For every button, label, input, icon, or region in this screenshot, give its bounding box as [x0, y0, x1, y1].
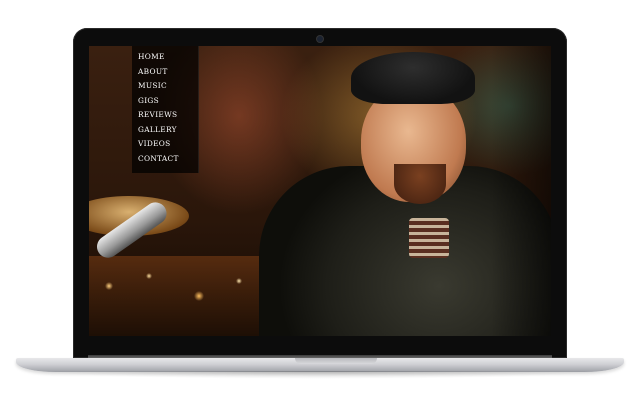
- nav-item-gigs[interactable]: GIGS: [138, 94, 198, 109]
- website-screen: HOME ABOUT MUSIC GIGS REVIEWS GALLERY VI…: [89, 46, 551, 336]
- musician-cap: [351, 52, 475, 104]
- nav-item-gallery[interactable]: GALLERY: [138, 123, 198, 138]
- laptop-base: [16, 358, 624, 372]
- nav-item-about[interactable]: ABOUT: [138, 65, 198, 80]
- nav-item-music[interactable]: MUSIC: [138, 79, 198, 94]
- nav-item-reviews[interactable]: REVIEWS: [138, 108, 198, 123]
- drum-kit: [89, 256, 269, 336]
- main-nav: HOME ABOUT MUSIC GIGS REVIEWS GALLERY VI…: [132, 46, 199, 173]
- nav-item-home[interactable]: HOME: [138, 50, 198, 65]
- nav-item-contact[interactable]: CONTACT: [138, 152, 198, 167]
- lid-notch: [295, 358, 377, 364]
- webcam-icon: [317, 36, 323, 42]
- nav-item-videos[interactable]: VIDEOS: [138, 137, 198, 152]
- laptop-display: HOME ABOUT MUSIC GIGS REVIEWS GALLERY VI…: [73, 28, 567, 358]
